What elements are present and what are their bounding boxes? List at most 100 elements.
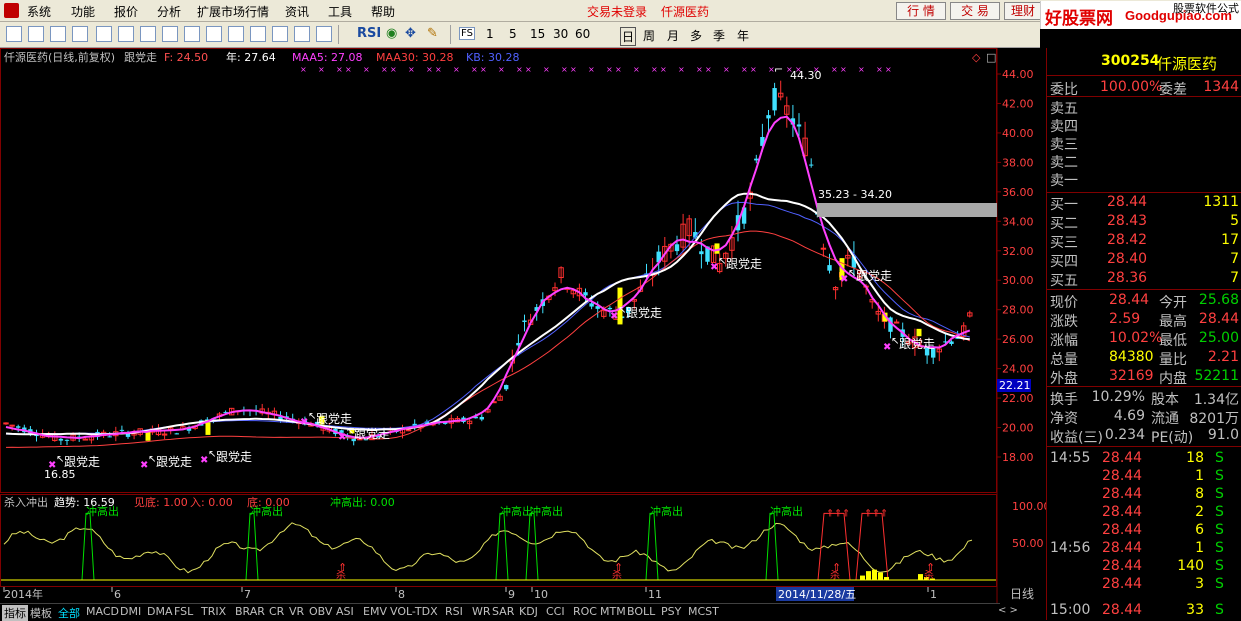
menu-system[interactable]: 系统	[27, 3, 51, 20]
indicator-tab[interactable]: VR	[289, 605, 304, 618]
indicator-tab[interactable]: FSL	[174, 605, 193, 618]
indicator-tab[interactable]: ROC	[573, 605, 597, 618]
stat-label: 外盘	[1050, 371, 1078, 387]
move-icon[interactable]: ✥	[405, 26, 416, 41]
quote-mode-button[interactable]: 行 情	[896, 2, 946, 20]
period-multi[interactable]: 多	[690, 27, 702, 44]
table-icon[interactable]	[118, 26, 134, 42]
stat-value: 25.00	[1198, 330, 1239, 346]
tick-volume: 3	[1195, 576, 1204, 592]
kline-icon[interactable]	[206, 26, 222, 42]
menu-analysis[interactable]: 分析	[157, 3, 181, 20]
chonggao-label: 冲高出	[86, 504, 119, 518]
down-arrow-icon[interactable]	[50, 26, 66, 42]
tab-prev-button[interactable]: < >	[998, 605, 1018, 616]
candle-body	[754, 158, 759, 161]
rsi-icon[interactable]: RSI	[357, 26, 381, 41]
period-year[interactable]: 年	[737, 27, 749, 44]
x-mark: ×	[858, 65, 865, 74]
signal-arrow-icon: ↖	[891, 336, 899, 347]
tick-price: 28.44	[1102, 486, 1143, 502]
stat-value: 25.68	[1198, 292, 1239, 308]
f10-icon[interactable]	[272, 26, 288, 42]
date-label: 11	[648, 588, 662, 601]
stat-value: 91.0	[1207, 427, 1239, 443]
list-icon[interactable]	[140, 26, 156, 42]
stat-label: 净资	[1050, 411, 1078, 427]
forward-icon[interactable]	[72, 26, 88, 42]
candle-body	[522, 320, 527, 322]
menu-tools[interactable]: 工具	[328, 3, 352, 20]
candle-body	[405, 429, 412, 432]
indicator-tab[interactable]: MCST	[688, 605, 719, 618]
indicator-tab[interactable]: VOL-TDX	[390, 605, 438, 618]
menu-extended-market[interactable]: 扩展市场行情	[197, 3, 269, 20]
panel-divider	[1047, 386, 1241, 387]
tick-time: 15:00	[1050, 602, 1091, 618]
indicator-tab[interactable]: 模板	[30, 605, 52, 621]
volume-bar	[860, 575, 865, 580]
sub-axis-tick: 50.00	[1012, 537, 1044, 550]
indicator-tab[interactable]: OBV	[309, 605, 332, 618]
indicator-tab[interactable]: SAR	[492, 605, 514, 618]
fn-icon[interactable]	[294, 26, 310, 42]
indicator-tab[interactable]: CR	[269, 605, 284, 618]
menu-function[interactable]: 功能	[71, 3, 95, 20]
indicator-tab[interactable]: MACD	[86, 605, 119, 618]
period-15min[interactable]: 15	[530, 27, 545, 41]
fs-button[interactable]: FS	[459, 27, 475, 40]
eye-icon[interactable]: ◉	[386, 26, 397, 41]
period-60min[interactable]: 60	[575, 27, 590, 41]
indicator-tab[interactable]: BRAR	[235, 605, 265, 618]
indicator-tab[interactable]: DMA	[147, 605, 173, 618]
indicator-tab[interactable]: MTM	[600, 605, 626, 618]
tick-volume: 33	[1186, 602, 1204, 618]
up-arrow-icon[interactable]	[28, 26, 44, 42]
candle-body	[674, 244, 680, 252]
high-price-label: 44.30	[790, 69, 822, 82]
stat-value: 1.34亿	[1193, 392, 1239, 408]
signal-cross-icon: ✖	[200, 455, 208, 466]
toolbar-separator	[450, 25, 451, 44]
period-season[interactable]: 季	[713, 27, 725, 44]
period-1min[interactable]: 1	[486, 27, 494, 41]
indicator-tab[interactable]: ASI	[336, 605, 354, 618]
chart-icon[interactable]	[162, 26, 178, 42]
pencil-icon[interactable]: ✎	[427, 26, 438, 41]
back-arrow-icon[interactable]	[6, 26, 22, 42]
indicator-tab[interactable]: KDJ	[519, 605, 538, 618]
indicator-tab[interactable]: EMV	[363, 605, 387, 618]
buy-level-volume: 17	[1221, 232, 1239, 248]
indicator-tab[interactable]: WR	[472, 605, 491, 618]
indicator-tab[interactable]: BOLL	[627, 605, 655, 618]
grid-icon[interactable]	[96, 26, 112, 42]
indicator-tab[interactable]: CCI	[546, 605, 565, 618]
bar-chart-icon[interactable]	[184, 26, 200, 42]
indicator-tab[interactable]: PSY	[661, 605, 681, 618]
x-mark: ×	[723, 65, 730, 74]
period-day[interactable]: 日	[620, 27, 637, 46]
period-month[interactable]: 月	[667, 27, 679, 44]
x-mark: ×	[660, 65, 667, 74]
menu-quote[interactable]: 报价	[114, 3, 138, 20]
calc-icon[interactable]	[228, 26, 244, 42]
close-icon[interactable]: □	[986, 51, 996, 64]
finance-mode-button[interactable]: 理财	[1004, 2, 1042, 20]
layout-icon[interactable]	[316, 26, 332, 42]
indicator-tab[interactable]: TRIX	[201, 605, 226, 618]
trade-mode-button[interactable]: 交 易	[950, 2, 1000, 20]
fire-icon[interactable]	[250, 26, 266, 42]
period-week[interactable]: 周	[643, 27, 655, 44]
x-mark: ×	[408, 65, 415, 74]
period-5min[interactable]: 5	[509, 27, 517, 41]
menu-news[interactable]: 资讯	[285, 3, 309, 20]
signal-cross-icon: ✖	[338, 432, 346, 443]
menu-help[interactable]: 帮助	[371, 3, 395, 20]
period-30min[interactable]: 30	[553, 27, 568, 41]
indicator-tab[interactable]: RSI	[445, 605, 463, 618]
indicator-tab[interactable]: DMI	[120, 605, 141, 618]
kline-chart[interactable]: 仟源医药(日线,前复权) 跟党走 F: 24.50 年: 27.64 MAA5:…	[0, 48, 1046, 603]
indicator-tab[interactable]: 全部	[58, 605, 80, 621]
diamond-icon[interactable]: ◇	[972, 51, 981, 64]
indicator-tab[interactable]: 指标	[2, 605, 28, 621]
